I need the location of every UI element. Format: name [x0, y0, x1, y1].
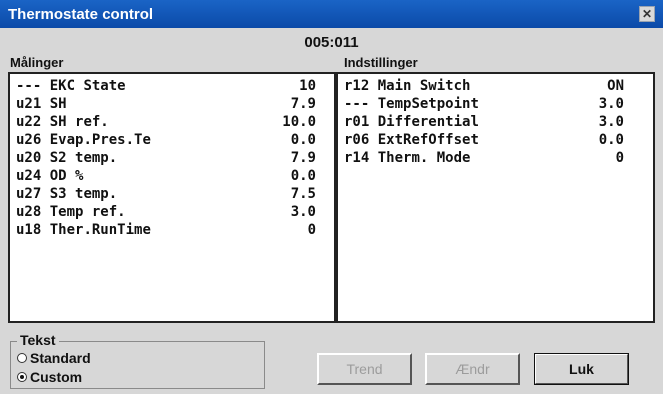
- indstillinger-list[interactable]: r12 Main Switch ON --- TempSetpoint 3.0 r0…: [336, 72, 655, 323]
- aendr-button[interactable]: Ændr: [425, 353, 520, 385]
- list-item[interactable]: u18 Ther.RunTime 0: [16, 222, 316, 239]
- device-code: 005:011: [304, 34, 359, 51]
- luk-button[interactable]: Luk: [534, 353, 629, 385]
- radio-custom-label: Custom: [30, 369, 83, 385]
- list-item[interactable]: u21 SH 7.9: [16, 96, 316, 113]
- title-bar: Thermostate control ✕: [0, 0, 663, 28]
- list-item[interactable]: r14 Therm. Mode 0: [344, 150, 624, 167]
- list-item[interactable]: u26 Evap.Pres.Te 0.0: [16, 132, 316, 149]
- maalinger-list[interactable]: --- EKC State 10 u21 SH 7.9 u22 SH ref. 10.…: [8, 72, 336, 323]
- tekst-legend: Tekst: [17, 332, 59, 348]
- radio-standard-indicator[interactable]: [17, 353, 27, 363]
- radio-custom-indicator[interactable]: [17, 372, 27, 382]
- list-item[interactable]: r12 Main Switch ON: [344, 78, 624, 95]
- close-icon[interactable]: ✕: [639, 6, 655, 22]
- list-item[interactable]: --- TempSetpoint 3.0: [344, 96, 624, 113]
- trend-button[interactable]: Trend: [317, 353, 412, 385]
- list-item[interactable]: u22 SH ref. 10.0: [16, 114, 316, 131]
- list-item[interactable]: --- EKC State 10: [16, 78, 316, 95]
- list-item[interactable]: u20 S2 temp. 7.9: [16, 150, 316, 167]
- radio-standard[interactable]: Standard: [17, 350, 91, 366]
- list-item[interactable]: u28 Temp ref. 3.0: [16, 204, 316, 221]
- list-item[interactable]: u27 S3 temp. 7.5: [16, 186, 316, 203]
- tekst-groupbox: Tekst Standard Custom: [10, 332, 265, 389]
- list-item[interactable]: r06 ExtRefOffset 0.0: [344, 132, 624, 149]
- radio-standard-label: Standard: [30, 350, 91, 366]
- window-title: Thermostate control: [8, 6, 154, 23]
- list-item[interactable]: u24 OD % 0.0: [16, 168, 316, 185]
- indstillinger-label: Indstillinger: [344, 55, 418, 70]
- list-item[interactable]: r01 Differential 3.0: [344, 114, 624, 131]
- radio-custom[interactable]: Custom: [17, 369, 82, 385]
- maalinger-label: Målinger: [10, 55, 64, 70]
